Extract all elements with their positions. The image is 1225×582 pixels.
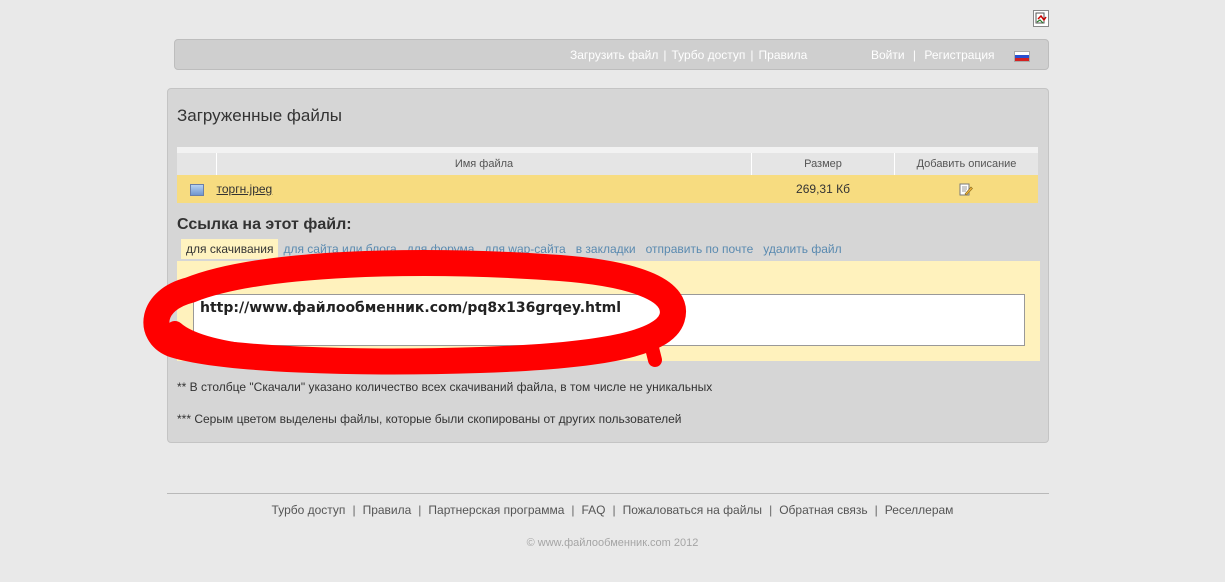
nav-separator: |	[663, 48, 667, 62]
register-link[interactable]: Регистрация	[924, 48, 994, 62]
footer-feedback-link[interactable]: Обратная связь	[779, 503, 867, 517]
tab-wap-site[interactable]: для wap-сайта	[479, 239, 570, 259]
download-url-field[interactable]: http://www.файлообменник.com/pq8x136grqe…	[193, 294, 1025, 346]
footer-separator: |	[769, 503, 773, 517]
edit-description-icon[interactable]	[959, 182, 974, 196]
nav-turbo-link[interactable]: Турбо доступ	[672, 48, 746, 62]
footer-resellers-link[interactable]: Реселлерам	[885, 503, 954, 517]
footer-faq-link[interactable]: FAQ	[582, 503, 606, 517]
header-file-name: Имя файла	[216, 150, 752, 175]
tab-download[interactable]: для скачивания	[181, 239, 279, 259]
file-link-label: Ссылка на этот файл:	[177, 216, 352, 233]
nav-auth-links: Войти | Регистрация	[871, 48, 995, 62]
tab-send-email[interactable]: отправить по почте	[641, 239, 759, 259]
copied-files-note: *** Серым цветом выделены файлы, которые…	[177, 412, 682, 426]
footer-links: Турбо доступ | Правила | Партнерская програм…	[0, 503, 1225, 517]
footer-partner-link[interactable]: Партнерская программа	[428, 503, 564, 517]
footer-separator: |	[571, 503, 575, 517]
footer-divider	[167, 493, 1049, 494]
footer-separator: |	[352, 503, 356, 517]
login-link[interactable]: Войти	[871, 48, 905, 62]
tab-site-blog[interactable]: для сайта или блога	[278, 239, 401, 259]
file-name-cell: торгн.jpeg	[216, 175, 752, 203]
footer-separator: |	[612, 503, 616, 517]
russian-flag-icon[interactable]	[1014, 51, 1030, 62]
uploaded-files-panel: Загруженные файлы Имя файла Размер Добав…	[167, 88, 1049, 443]
downloads-note: ** В столбце "Скачали" указано количеств…	[177, 380, 713, 394]
broken-image-icon	[1033, 10, 1049, 27]
files-table: Имя файла Размер Добавить описание торгн…	[177, 147, 1038, 203]
footer-separator: |	[874, 503, 878, 517]
tab-forum[interactable]: для форума	[402, 239, 480, 259]
table-row: торгн.jpeg 269,31 Кб	[177, 175, 1038, 203]
file-name-link[interactable]: торгн.jpeg	[217, 182, 273, 196]
page-title: Загруженные файлы	[177, 106, 342, 125]
add-description-cell	[894, 175, 1038, 203]
link-type-tabs: для скачивания для сайта или блога для фор…	[181, 239, 847, 261]
download-link-pane: http://www.файлообменник.com/pq8x136grqe…	[177, 261, 1040, 361]
image-file-icon	[189, 183, 204, 196]
file-size: 269,31 Кб	[751, 175, 895, 203]
footer-rules-link[interactable]: Правила	[363, 503, 412, 517]
header-size: Размер	[751, 150, 895, 175]
footer-separator: |	[418, 503, 422, 517]
table-header-row: Имя файла Размер Добавить описание	[177, 150, 1038, 175]
header-add-description: Добавить описание	[894, 150, 1038, 175]
file-icon-cell	[177, 175, 217, 203]
nav-separator: |	[750, 48, 754, 62]
footer-turbo-link[interactable]: Турбо доступ	[272, 503, 346, 517]
header-icon-cell	[177, 150, 217, 175]
top-nav-bar: Загрузить файл | Турбо доступ | Правила Войт…	[174, 39, 1049, 70]
nav-separator: |	[909, 48, 920, 62]
nav-upload-link[interactable]: Загрузить файл	[570, 48, 658, 62]
footer-complain-link[interactable]: Пожаловаться на файлы	[623, 503, 762, 517]
nav-rules-link[interactable]: Правила	[759, 48, 808, 62]
copyright: © www.файлообменник.com 2012	[526, 537, 699, 549]
nav-main-links: Загрузить файл | Турбо доступ | Правила	[570, 48, 807, 62]
tab-delete-file[interactable]: удалить файл	[758, 239, 846, 259]
tab-bookmarks[interactable]: в закладки	[571, 239, 641, 259]
